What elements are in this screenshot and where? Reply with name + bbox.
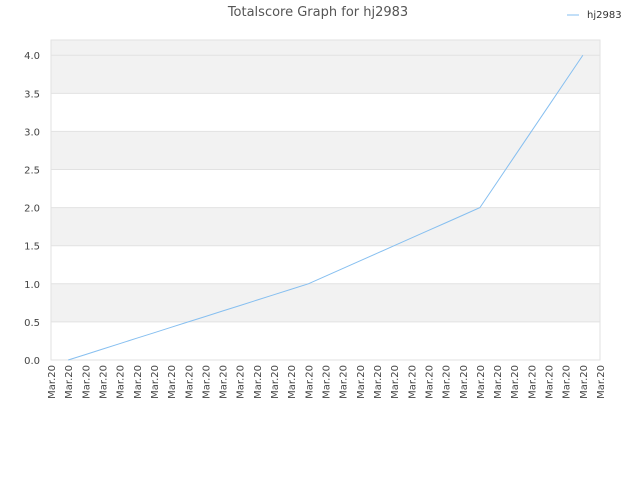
x-tick-label: Mar.20 bbox=[98, 365, 109, 399]
legend: hj2983 bbox=[567, 10, 622, 21]
x-tick-label: Mar.20 bbox=[390, 365, 401, 399]
background-band bbox=[51, 93, 600, 132]
x-tick-label: Mar.20 bbox=[304, 365, 315, 399]
x-tick-label: Mar.20 bbox=[184, 365, 195, 399]
y-tick-label: 1.5 bbox=[24, 242, 40, 253]
x-tick-label: Mar.20 bbox=[596, 365, 607, 399]
x-tick-label: Mar.20 bbox=[133, 365, 144, 399]
y-tick-label: 2.5 bbox=[24, 166, 40, 177]
x-tick-label: Mar.20 bbox=[167, 365, 178, 399]
background-band bbox=[51, 245, 600, 284]
y-tick-label: 0.0 bbox=[24, 356, 40, 367]
x-tick-label: Mar.20 bbox=[356, 365, 367, 399]
chart: 0.00.51.01.52.02.53.03.54.0 Mar.20 Mar.20… bbox=[24, 5, 622, 399]
x-tick-label: Mar.20 bbox=[219, 365, 230, 399]
x-tick-label: Mar.20 bbox=[373, 365, 384, 399]
chart-title: Totalscore Graph for hj2983 bbox=[227, 5, 408, 20]
y-tick-label: 3.5 bbox=[24, 89, 40, 100]
x-tick-label: Mar.20 bbox=[270, 365, 281, 399]
y-tick-label: 1.0 bbox=[24, 280, 40, 291]
x-tick-label: Mar.20 bbox=[545, 365, 556, 399]
background-band bbox=[51, 321, 600, 360]
background-band bbox=[51, 283, 600, 322]
x-tick-label: Mar.20 bbox=[116, 365, 127, 399]
x-tick-label: Mar.20 bbox=[201, 365, 212, 399]
background-band bbox=[51, 169, 600, 208]
background-bands bbox=[51, 40, 600, 360]
background-band bbox=[51, 40, 600, 56]
background-band bbox=[51, 55, 600, 94]
x-tick-label: Mar.20 bbox=[493, 365, 504, 399]
x-tick-label: Mar.20 bbox=[150, 365, 161, 399]
x-tick-label: Mar.20 bbox=[64, 365, 75, 399]
x-tick-label: Mar.20 bbox=[510, 365, 521, 399]
background-band bbox=[51, 131, 600, 170]
legend-label: hj2983 bbox=[587, 10, 622, 21]
x-tick-label: Mar.20 bbox=[47, 365, 58, 399]
x-tick-label: Mar.20 bbox=[442, 365, 453, 399]
y-tick-label: 3.0 bbox=[24, 127, 40, 138]
x-tick-label: Mar.20 bbox=[287, 365, 298, 399]
x-tick-label: Mar.20 bbox=[81, 365, 92, 399]
y-axis-ticks: 0.0 0.5 1.0 1.5 2.0 2.5 3.0 3.5 4.0 bbox=[24, 51, 40, 367]
y-tick-label: 0.5 bbox=[24, 318, 40, 329]
x-tick-label: Mar.20 bbox=[579, 365, 590, 399]
x-tick-label: Mar.20 bbox=[424, 365, 435, 399]
x-tick-label: Mar.20 bbox=[527, 365, 538, 399]
x-tick-label: Mar.20 bbox=[322, 365, 333, 399]
x-tick-label: Mar.20 bbox=[476, 365, 487, 399]
y-tick-label: 4.0 bbox=[24, 51, 40, 62]
background-band bbox=[51, 207, 600, 246]
x-tick-label: Mar.20 bbox=[236, 365, 247, 399]
x-tick-label: Mar.20 bbox=[407, 365, 418, 399]
x-tick-label: Mar.20 bbox=[459, 365, 470, 399]
x-axis-ticks: Mar.20 Mar.20 Mar.20 Mar.20 Mar.20 Mar.20 Mar.… bbox=[47, 365, 607, 399]
x-tick-label: Mar.20 bbox=[253, 365, 264, 399]
x-tick-label: Mar.20 bbox=[562, 365, 573, 399]
x-tick-label: Mar.20 bbox=[339, 365, 350, 399]
y-tick-label: 2.0 bbox=[24, 204, 40, 215]
